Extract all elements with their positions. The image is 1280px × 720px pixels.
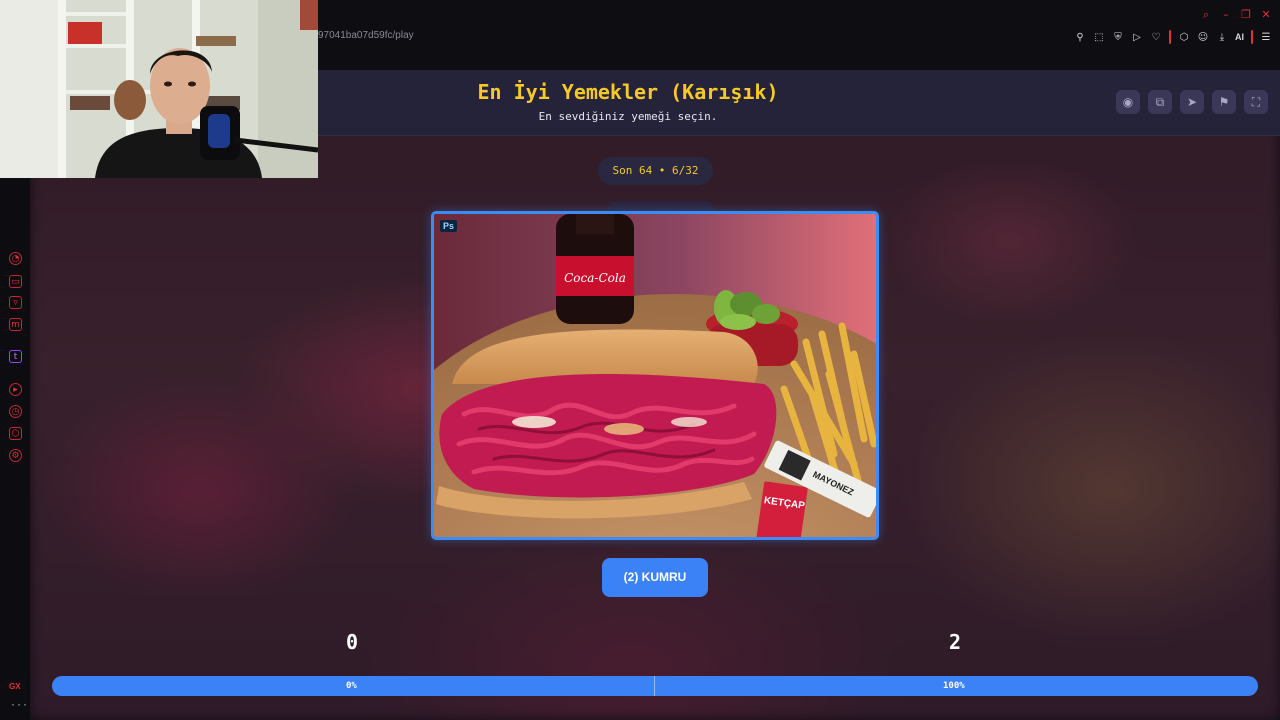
- restore-icon[interactable]: ❐: [1240, 8, 1252, 22]
- fullscreen-icon[interactable]: ⛶: [1244, 90, 1268, 114]
- close-icon[interactable]: ✕: [1260, 8, 1272, 22]
- menu-icon[interactable]: ☰: [1260, 32, 1272, 43]
- heart-icon[interactable]: ♡: [1150, 32, 1162, 43]
- pin-icon[interactable]: ⚲: [1074, 32, 1086, 43]
- progress-divider: [654, 676, 655, 696]
- bottle-label: Coca-Cola: [564, 271, 626, 285]
- pocket-icon[interactable]: ▿: [9, 296, 22, 309]
- player-icon[interactable]: ▸: [9, 383, 22, 396]
- ai-button[interactable]: AI: [1235, 32, 1244, 42]
- kumru-sandwich-image: Coca-Cola KETÇAP MAYONEZ: [434, 214, 876, 537]
- more-icon[interactable]: ···: [10, 700, 28, 711]
- window-controls: ⌕ – ❐ ✕: [1200, 8, 1272, 22]
- webcam-feed-image: [0, 0, 318, 178]
- score-left: 0: [346, 630, 359, 654]
- gx-label[interactable]: GX: [9, 682, 21, 691]
- speed-dial-icon[interactable]: ◔: [9, 252, 22, 265]
- page-subtitle-text: En sevdiğiniz yemeği seçin.: [538, 110, 718, 123]
- download-icon[interactable]: ⤓: [1216, 32, 1228, 43]
- webcam-overlay: [0, 0, 318, 178]
- kumru-sandwich: [436, 329, 777, 519]
- toolbar-divider: [1169, 30, 1171, 44]
- extensions-icon[interactable]: ⬡: [9, 427, 22, 440]
- minimize-icon[interactable]: –: [1220, 8, 1232, 22]
- play-icon[interactable]: ▷: [1131, 32, 1143, 43]
- round-indicator: Son 64 • 6/32: [598, 157, 713, 185]
- shield-icon[interactable]: ⛨: [1112, 32, 1124, 43]
- flag-icon[interactable]: ⚑: [1212, 90, 1236, 114]
- cola-bottle: [556, 214, 634, 324]
- progress-right-label: 100%: [943, 681, 965, 691]
- share-icon[interactable]: ⧉: [1148, 90, 1172, 114]
- score-right: 2: [949, 630, 962, 654]
- twitch-icon[interactable]: t: [9, 350, 22, 363]
- header-actions: ◉ ⧉ ➤ ⚑ ⛶: [1116, 90, 1268, 114]
- food-photo[interactable]: Coca-Cola KETÇAP MAYONEZ Ps: [431, 211, 879, 540]
- ps-badge: Ps: [440, 220, 458, 232]
- screenshot-icon[interactable]: ⬚: [1093, 32, 1105, 43]
- progress-left-label: 0%: [346, 681, 357, 691]
- cube-icon[interactable]: ⬡: [1178, 32, 1190, 43]
- browser-sidebar: ◔ ▭ ▿ m t ▸ ◷ ⬡ ⚙ GX ···: [0, 178, 30, 720]
- eye-icon[interactable]: ◉: [1116, 90, 1140, 114]
- bag-icon[interactable]: ▭: [9, 275, 22, 288]
- user-icon[interactable]: ☺: [1197, 32, 1209, 43]
- page-title-text: En İyi Yemekler (Karışık): [477, 80, 779, 104]
- send-icon[interactable]: ➤: [1180, 90, 1204, 114]
- address-bar-url[interactable]: 97041ba07d59fc/play: [318, 30, 414, 41]
- toolbar-divider: [1251, 30, 1253, 44]
- search-icon[interactable]: ⌕: [1200, 8, 1212, 22]
- vote-progress-bar: 0% 100%: [52, 676, 1258, 696]
- choose-kumru-button[interactable]: (2) KUMRU: [602, 558, 708, 597]
- settings-icon[interactable]: ⚙: [9, 449, 22, 462]
- messenger-icon[interactable]: m: [9, 318, 22, 331]
- extension-bar: ⚲ ⬚ ⛨ ▷ ♡ ⬡ ☺ ⤓ AI ☰: [1074, 30, 1272, 44]
- history-icon[interactable]: ◷: [9, 405, 22, 418]
